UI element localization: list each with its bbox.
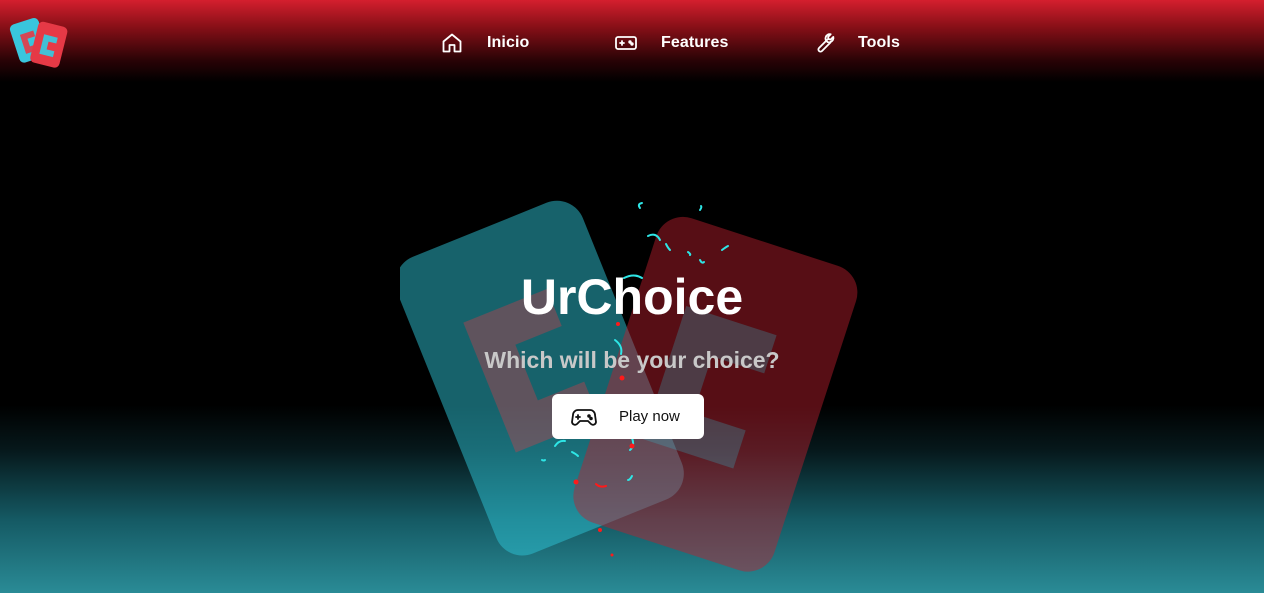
- home-icon: [442, 33, 462, 53]
- nav-label-tools: Tools: [858, 34, 900, 51]
- nav-item-tools[interactable]: Tools: [811, 28, 900, 58]
- nav-item-inicio[interactable]: Inicio: [440, 28, 529, 58]
- hero-cards-illustration: [395, 180, 870, 580]
- nav-item-features[interactable]: Features: [614, 28, 729, 58]
- play-now-button[interactable]: Play now: [552, 394, 704, 439]
- play-now-label: Play now: [619, 408, 680, 425]
- hero-title: UrChoice: [520, 269, 744, 325]
- nav-label-inicio: Inicio: [487, 34, 530, 51]
- main-nav: Inicio Features Tools: [0, 0, 1264, 84]
- gamepad-icon: [615, 36, 637, 50]
- hero-subtitle: Which will be your choice?: [484, 347, 780, 373]
- nav-label-features: Features: [661, 34, 729, 51]
- gamepad-icon: [571, 409, 597, 426]
- wrench-icon: [817, 33, 835, 53]
- top-header: Inicio Features Tools: [0, 0, 1264, 84]
